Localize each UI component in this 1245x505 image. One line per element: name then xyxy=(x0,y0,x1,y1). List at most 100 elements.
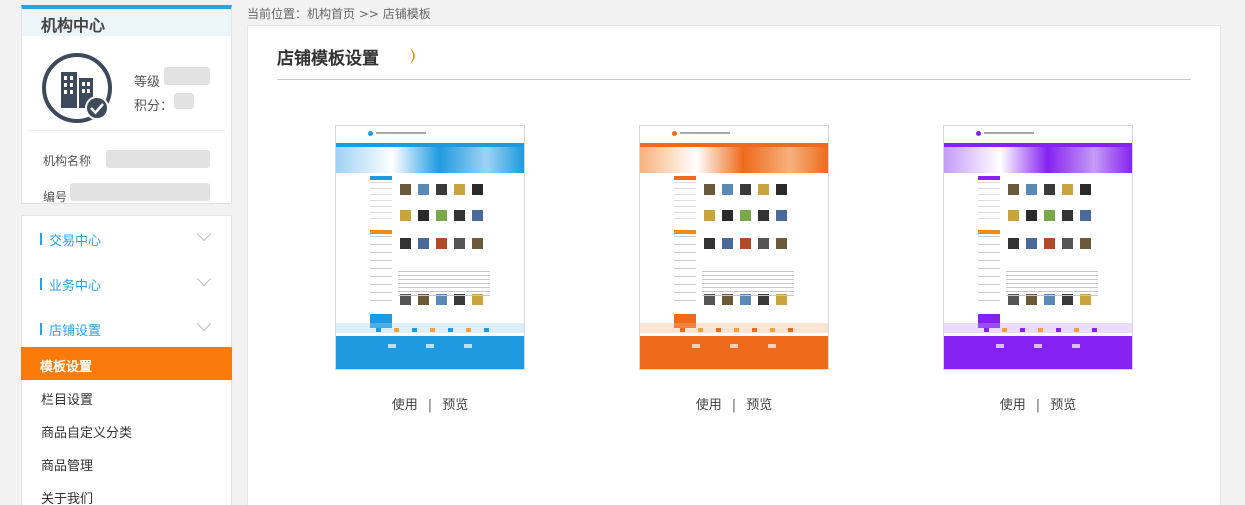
thumb-product-image xyxy=(1008,184,1019,195)
thumb-header xyxy=(336,126,524,140)
thumb-dot xyxy=(466,328,471,332)
thumb-article-text xyxy=(1006,271,1098,297)
thumb-product-image xyxy=(436,184,447,195)
thumb-footer-text xyxy=(1072,344,1080,348)
thumb-product-image xyxy=(776,210,787,221)
thumb-product-image xyxy=(418,238,429,249)
thumb-product-image xyxy=(1062,238,1073,249)
thumb-dot xyxy=(680,328,685,332)
thumb-dot xyxy=(448,328,453,332)
page-title: 店铺模板设置 xyxy=(277,49,379,69)
thumb-product-image xyxy=(400,210,411,221)
nav-section-business[interactable]: 业务中心 xyxy=(22,261,231,305)
thumb-product-image xyxy=(436,238,447,249)
thumb-product-image xyxy=(1026,238,1037,249)
template-thumbnail[interactable] xyxy=(639,125,829,370)
nav-section-trade[interactable]: 交易中心 xyxy=(22,216,231,260)
action-separator: | xyxy=(427,398,433,413)
org-center-title: 机构中心 xyxy=(22,9,231,36)
thumb-dot xyxy=(770,328,775,332)
preview-template-link[interactable]: 预览 xyxy=(442,398,468,413)
thumb-product-image xyxy=(1080,210,1091,221)
nav-section-label: 店铺设置 xyxy=(49,324,102,339)
thumb-dot xyxy=(752,328,757,332)
thumb-dot xyxy=(1020,328,1025,332)
title-accent-icon xyxy=(410,48,415,64)
thumb-footer-text xyxy=(768,344,776,348)
thumb-product-image xyxy=(740,238,751,249)
thumb-product-image xyxy=(704,210,715,221)
thumb-product-image xyxy=(1080,184,1091,195)
template-card-blue: 使用 | 预览 xyxy=(335,125,525,413)
action-separator: | xyxy=(1035,398,1041,413)
thumb-footer-text xyxy=(426,344,434,348)
thumb-dot xyxy=(1038,328,1043,332)
thumb-banner xyxy=(640,147,828,173)
use-template-link[interactable]: 使用 xyxy=(696,398,722,413)
thumb-product-image xyxy=(1044,184,1055,195)
thumb-product-image xyxy=(1044,210,1055,221)
thumb-product-image xyxy=(1080,238,1091,249)
profile-divider xyxy=(28,130,225,131)
thumb-footer-text xyxy=(996,344,1004,348)
level-value-redacted xyxy=(164,67,210,85)
thumb-dot xyxy=(412,328,417,332)
points-value-redacted xyxy=(174,93,194,109)
section-marker xyxy=(40,233,42,245)
chevron-down-icon xyxy=(196,226,212,242)
sidebar-item-about-us[interactable]: 关于我们 xyxy=(22,479,233,505)
title-divider xyxy=(277,79,1191,80)
thumb-product-image xyxy=(1026,184,1037,195)
template-actions: 使用 | 预览 xyxy=(943,394,1133,413)
thumb-product-image xyxy=(418,184,429,195)
thumb-product-image xyxy=(436,210,447,221)
thumb-product-image xyxy=(454,184,465,195)
template-card-purple: 使用 | 预览 xyxy=(943,125,1133,413)
thumb-dot xyxy=(376,328,381,332)
use-template-link[interactable]: 使用 xyxy=(1000,398,1026,413)
thumb-banner xyxy=(944,147,1132,173)
thumb-footer-text xyxy=(730,344,738,348)
thumb-product-image xyxy=(1008,210,1019,221)
thumb-logo-icon xyxy=(368,131,373,136)
points-label: 积分： xyxy=(134,99,174,114)
org-id-label: 编号 xyxy=(43,190,68,204)
thumb-footer-text xyxy=(1034,344,1042,348)
thumb-article-text xyxy=(702,271,794,297)
sidebar-item-column-settings[interactable]: 栏目设置 xyxy=(22,380,233,413)
thumb-dot xyxy=(734,328,739,332)
thumb-product-image xyxy=(1026,210,1037,221)
preview-template-link[interactable]: 预览 xyxy=(746,398,772,413)
use-template-link[interactable]: 使用 xyxy=(392,398,418,413)
level-label: 等级 xyxy=(134,75,161,90)
thumb-logo-icon xyxy=(976,131,981,136)
sidebar-item-custom-category[interactable]: 商品自定义分类 xyxy=(22,413,233,446)
chevron-down-icon xyxy=(196,316,212,332)
thumb-dot xyxy=(716,328,721,332)
thumb-product-image xyxy=(454,210,465,221)
org-id-redacted xyxy=(70,183,210,201)
sidebar-item-product-management[interactable]: 商品管理 xyxy=(22,446,233,479)
thumb-product-image xyxy=(758,210,769,221)
thumb-product-image xyxy=(472,238,483,249)
thumb-dot xyxy=(1056,328,1061,332)
preview-template-link[interactable]: 预览 xyxy=(1050,398,1076,413)
template-thumbnail[interactable] xyxy=(943,125,1133,370)
template-thumbnail[interactable] xyxy=(335,125,525,370)
thumb-product-image xyxy=(418,210,429,221)
thumb-product-image xyxy=(704,184,715,195)
nav-section-shop-settings[interactable]: 店铺设置 xyxy=(22,306,231,350)
thumb-banner xyxy=(336,147,524,173)
thumb-footer xyxy=(640,336,828,369)
org-name-label: 机构名称 xyxy=(43,154,92,168)
thumb-dot xyxy=(1092,328,1097,332)
thumb-product-image xyxy=(1008,238,1019,249)
sidebar-item-template-settings[interactable]: 模板设置 xyxy=(21,347,232,380)
thumb-product-image xyxy=(400,184,411,195)
thumb-footer xyxy=(944,336,1132,369)
thumb-product-image xyxy=(722,184,733,195)
org-name-redacted xyxy=(106,150,210,168)
thumb-dot xyxy=(394,328,399,332)
org-building-icon xyxy=(42,53,112,123)
thumb-product-image xyxy=(722,210,733,221)
